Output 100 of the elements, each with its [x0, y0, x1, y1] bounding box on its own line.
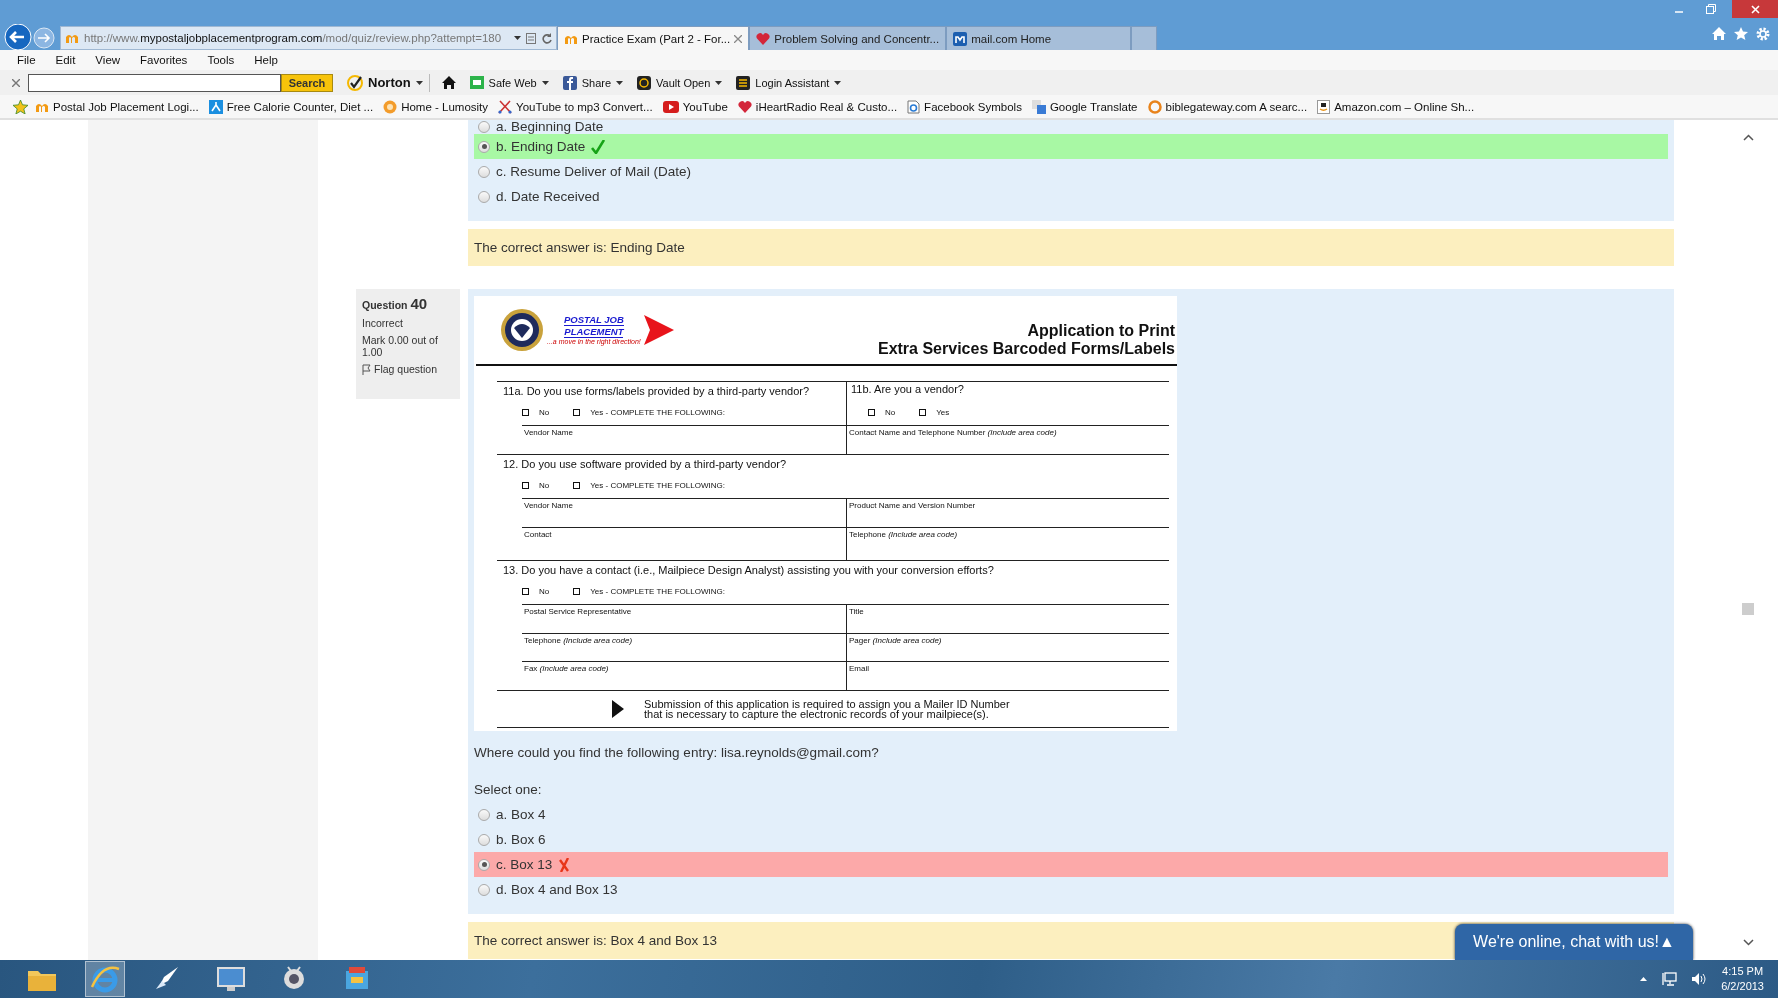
field-label: Fax (Include area code): [522, 661, 846, 690]
browser-tab[interactable]: mail.com Home: [946, 26, 1132, 50]
radio-button[interactable]: [478, 858, 490, 871]
favorite-link[interactable]: Google Translate: [1031, 99, 1138, 114]
favorite-link[interactable]: YouTube to mp3 Convert...: [498, 99, 653, 114]
favorite-link[interactable]: Facebook Symbols: [907, 99, 1022, 114]
radio-button[interactable]: [478, 808, 490, 821]
menu-item[interactable]: Edit: [55, 54, 84, 66]
mail-icon: [953, 31, 968, 46]
browser-tab[interactable]: Problem Solving and Concentr...: [749, 26, 947, 50]
scrollbar-thumb[interactable]: [1742, 603, 1754, 615]
question-state: Incorrect: [362, 317, 404, 329]
toolbar-button[interactable]: Safe Web: [469, 76, 549, 89]
favorite-link[interactable]: YouTube: [662, 100, 728, 113]
chat-button[interactable]: We're online, chat with us!▲: [1455, 924, 1693, 960]
scroll-down-icon[interactable]: [1742, 939, 1754, 946]
answer-option[interactable]: a. Box 4: [474, 802, 1668, 827]
radio-button[interactable]: [478, 140, 490, 153]
page-icon: [907, 99, 921, 114]
favorites-icon[interactable]: [1734, 27, 1748, 40]
field-label: Telephone (Include area code): [522, 633, 846, 661]
close-icon[interactable]: [734, 34, 743, 43]
field-label: Postal Service Representative: [522, 604, 846, 633]
refresh-icon[interactable]: [541, 32, 552, 44]
form-question: 11b. Are you a vendor?: [850, 382, 965, 397]
address-field[interactable]: http://www.mypostaljobplacementprogram.com/mod/quiz/review.php?attempt=180: [60, 26, 557, 50]
smile-icon: [1317, 99, 1331, 114]
menu-item[interactable]: Favorites: [140, 54, 196, 66]
home-icon[interactable]: [441, 76, 456, 89]
settings-icon[interactable]: [1756, 27, 1770, 41]
flag-icon: [362, 363, 371, 375]
answer-option[interactable]: d. Box 4 and Box 13: [474, 877, 1668, 902]
menu-item[interactable]: Help: [254, 54, 286, 66]
option-label: No: [885, 407, 896, 417]
field-label: Email: [846, 661, 1169, 690]
favorite-link[interactable]: biblegateway.com A searc...: [1147, 99, 1308, 114]
favorite-link[interactable]: Postal Job Placement Logi...: [35, 100, 199, 113]
url-text: http://www.mypostaljobplacementprogram.com/mod/quiz/review.php?attempt=180: [84, 32, 503, 44]
forward-button[interactable]: [32, 26, 56, 50]
field-label: Contact Name and Telephone Number (Include area code): [847, 425, 1169, 454]
swirl-icon: [383, 99, 398, 114]
network-icon[interactable]: [1661, 972, 1678, 986]
toolbar-button[interactable]: Vault Open: [637, 75, 723, 90]
close-icon[interactable]: [12, 78, 20, 87]
search-button[interactable]: Search: [281, 73, 333, 92]
notice-text: Submission of this application is required to assign you a Mailer ID Number that is necessary to capture the electronic records of your mailpiece(s).: [644, 699, 1010, 719]
compatibility-icon[interactable]: [526, 32, 536, 44]
favorite-link[interactable]: Amazon.com – Online Sh...: [1317, 99, 1475, 114]
answer-option[interactable]: b. Ending Date: [474, 134, 1668, 159]
search-field[interactable]: [28, 73, 281, 92]
toolbar-button[interactable]: Share: [562, 75, 624, 90]
answer-option[interactable]: b. Box 6: [474, 827, 1668, 852]
field-label: Vendor Name: [522, 425, 846, 454]
clock-date[interactable]: 6/2/2013: [1721, 979, 1764, 994]
radio-button[interactable]: [478, 833, 490, 846]
caret-icon[interactable]: [514, 36, 521, 40]
favorites-icon[interactable]: [13, 99, 28, 114]
restore-icon: [1706, 4, 1716, 14]
form-title: Application to Print: [1027, 322, 1175, 340]
option-label: Yes - COMPLETE THE FOLLOWING:: [590, 480, 725, 490]
caret-icon[interactable]: [1640, 977, 1648, 981]
logo-text: PLACEMENT: [564, 326, 624, 338]
favorite-link[interactable]: Home - Lumosity: [383, 99, 489, 114]
radio-button[interactable]: [478, 121, 490, 133]
option-label: No: [539, 407, 550, 417]
back-button[interactable]: [4, 24, 32, 50]
answer-option[interactable]: c. Resume Deliver of Mail (Date): [474, 159, 1668, 184]
scroll-up-icon[interactable]: [1742, 134, 1754, 141]
option-label: No: [539, 480, 550, 490]
field-label: Telephone (Include area code): [846, 527, 1169, 560]
answer-option[interactable]: c. Box 13: [474, 852, 1668, 877]
clock-time[interactable]: 4:15 PM: [1722, 964, 1764, 979]
option-label: Yes - COMPLETE THE FOLLOWING:: [590, 407, 725, 417]
radio-button[interactable]: [478, 883, 490, 896]
form-question: 13. Do you have a contact (i.e., Mailpiece Design Analyst) assisting you with your conversion efforts?: [502, 563, 995, 578]
feedback-text: The correct answer is: Ending Date: [468, 229, 1674, 266]
radio-button[interactable]: [478, 165, 490, 178]
answer-option[interactable]: a. Beginning Date: [474, 120, 1668, 134]
close-button[interactable]: [1732, 0, 1778, 18]
menu-item[interactable]: View: [95, 54, 129, 66]
check-icon: [347, 74, 363, 91]
play-icon: [662, 100, 679, 113]
field-label: Title: [846, 604, 1169, 633]
option-label: Yes - COMPLETE THE FOLLOWING:: [590, 586, 725, 596]
arrow-icon: [612, 700, 624, 718]
toolbar-button[interactable]: Login Assistant: [736, 75, 842, 90]
menu-item[interactable]: File: [17, 54, 44, 66]
social-icon: [562, 75, 577, 90]
form-question: 12. Do you use software provided by a third-party vendor?: [502, 457, 788, 472]
toolbar-button[interactable]: Norton: [347, 74, 423, 91]
radio-button[interactable]: [478, 190, 490, 203]
fitness-icon: [208, 99, 223, 114]
browser-tab[interactable]: Practice Exam (Part 2 - For...: [557, 26, 750, 50]
favorite-link[interactable]: Free Calorie Counter, Diet ...: [208, 99, 374, 114]
menu-item[interactable]: Tools: [207, 54, 243, 66]
answer-option[interactable]: d. Date Received: [474, 184, 1668, 209]
ring-icon: [1147, 99, 1162, 114]
favorite-link[interactable]: iHeartRadio Real & Custo...: [737, 100, 898, 113]
volume-icon[interactable]: [1691, 972, 1708, 986]
flag-question-link[interactable]: Flag question: [362, 363, 454, 375]
